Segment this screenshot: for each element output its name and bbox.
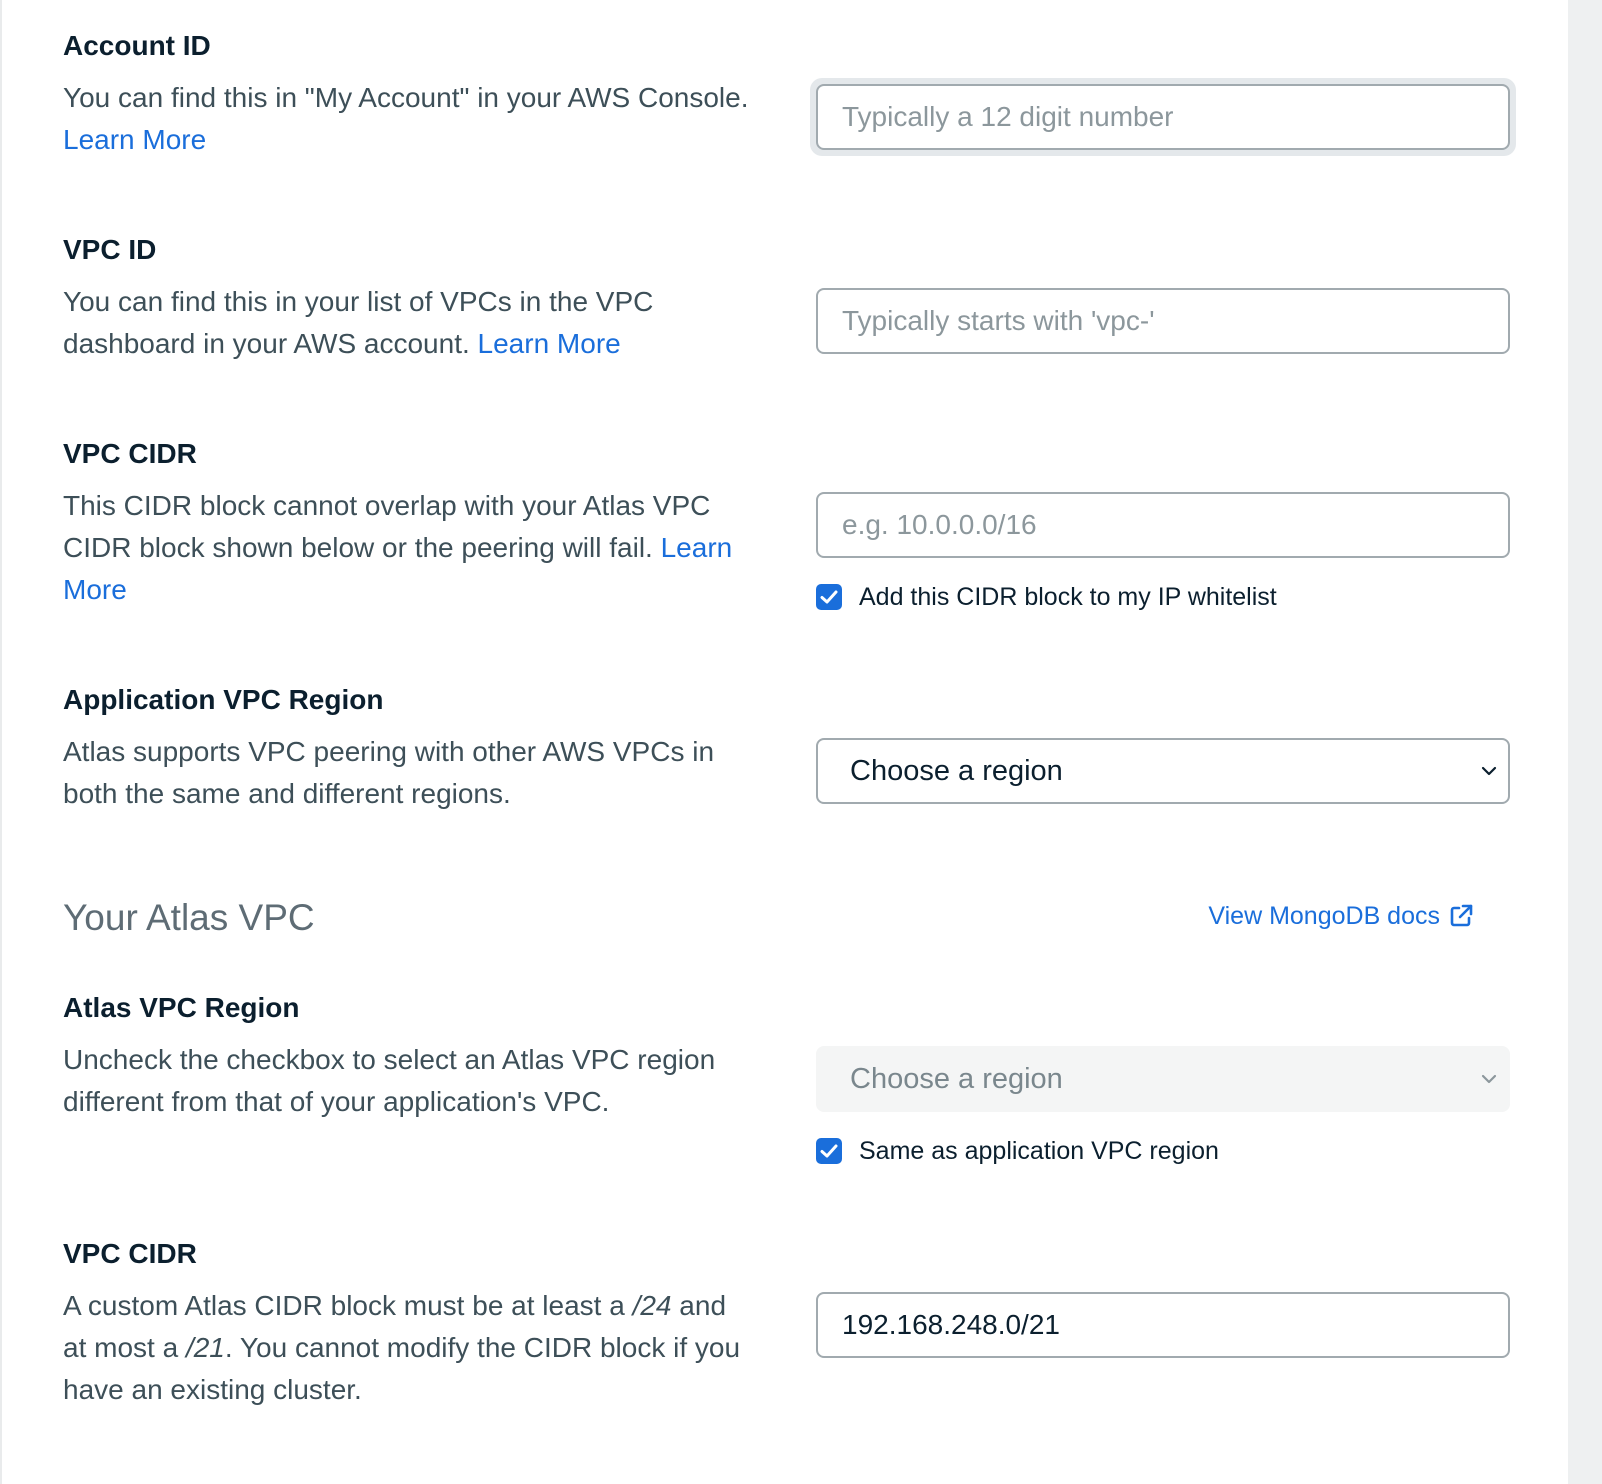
external-link-icon [1450,904,1473,927]
same-region-checkbox[interactable] [816,1138,842,1164]
application-region-select-value: Choose a region [850,755,1063,787]
vpc-cidr-description-text: This CIDR block cannot overlap with your… [63,490,711,563]
vpc-peering-form: Account ID You can find this in "My Acco… [2,0,1568,1484]
atlas-cidr-desc-min: /24 [632,1290,672,1321]
application-region-select[interactable]: Choose a region [816,738,1510,804]
atlas-vpc-cidr-description: A custom Atlas CIDR block must be at lea… [63,1285,753,1411]
atlas-region-select: Choose a region [816,1046,1510,1112]
vpc-id-label: VPC ID [63,234,157,265]
chevron-down-icon [1481,1074,1497,1084]
checkmark-icon [820,590,838,604]
vpc-cidr-description: This CIDR block cannot overlap with your… [63,485,753,611]
atlas-vpc-region-label: Atlas VPC Region [63,992,300,1023]
scroll-gutter [1568,0,1602,1484]
account-id-label: Account ID [63,30,211,61]
atlas-region-select-value: Choose a region [850,1063,1063,1095]
vpc-id-description: You can find this in your list of VPCs i… [63,281,753,365]
same-region-checkbox-row[interactable]: Same as application VPC region [816,1136,1219,1166]
vpc-cidr-input[interactable] [816,492,1510,558]
checkmark-icon [820,1144,838,1158]
chevron-down-icon [1481,766,1497,776]
vpc-cidr-label: VPC CIDR [63,438,197,469]
same-region-checkbox-label: Same as application VPC region [859,1136,1219,1165]
application-vpc-region-description: Atlas supports VPC peering with other AW… [63,736,715,809]
view-mongodb-docs-link[interactable]: View MongoDB docs [1208,898,1474,934]
ip-whitelist-checkbox-row[interactable]: Add this CIDR block to my IP whitelist [816,582,1277,612]
account-id-learn-more-link[interactable]: Learn More [63,124,206,155]
account-id-description-text: You can find this in "My Account" in you… [63,82,749,113]
vpc-id-input[interactable] [816,288,1510,354]
ip-whitelist-checkbox-label: Add this CIDR block to my IP whitelist [859,582,1277,611]
account-id-input[interactable] [816,84,1510,150]
account-id-description: You can find this in "My Account" in you… [63,77,753,161]
ip-whitelist-checkbox[interactable] [816,584,842,610]
atlas-vpc-cidr-label: VPC CIDR [63,1238,197,1269]
atlas-cidr-desc-part1: A custom Atlas CIDR block must be at lea… [63,1290,633,1321]
atlas-vpc-section-title: Your Atlas VPC [63,897,315,938]
atlas-vpc-cidr-input[interactable] [816,1292,1510,1358]
view-mongodb-docs-label: View MongoDB docs [1208,902,1440,930]
atlas-vpc-region-description: Uncheck the checkbox to select an Atlas … [63,1044,716,1117]
application-vpc-region-label: Application VPC Region [63,684,384,715]
vpc-id-learn-more-link[interactable]: Learn More [478,328,621,359]
atlas-cidr-desc-max: /21 [185,1332,225,1363]
